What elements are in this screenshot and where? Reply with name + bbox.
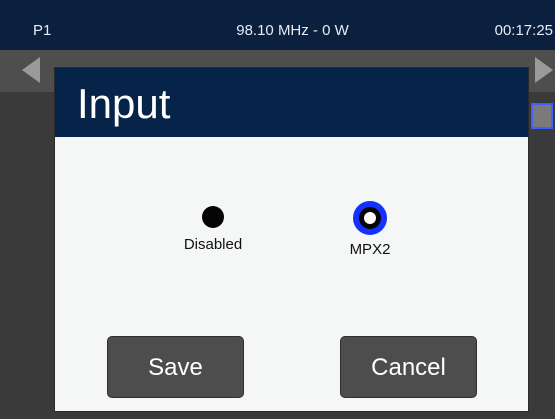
option-label: MPX2: [349, 241, 391, 258]
arrow-right-icon[interactable]: [535, 57, 553, 83]
radio-selected-icon[interactable]: [353, 201, 387, 235]
option-label: Disabled: [183, 236, 243, 253]
option-disabled[interactable]: Disabled: [168, 206, 258, 253]
dialog-header: Input: [55, 68, 528, 137]
input-dialog: Input Disabled MPX2 Save Cancel: [55, 68, 528, 411]
save-button[interactable]: Save: [107, 336, 244, 398]
background-control: [531, 103, 553, 129]
clock: 00:17:25: [494, 22, 553, 39]
dialog-title: Input: [77, 80, 171, 127]
frequency-power-readout: 98.10 MHz - 0 W: [236, 22, 349, 39]
radio-unselected-icon[interactable]: [202, 206, 224, 228]
cancel-button[interactable]: Cancel: [340, 336, 477, 398]
option-mpx2[interactable]: MPX2: [325, 201, 415, 258]
status-bar: P1 98.10 MHz - 0 W 00:17:25: [0, 0, 555, 50]
device-screen: P1 98.10 MHz - 0 W 00:17:25 Input Disabl…: [0, 0, 555, 419]
arrow-left-icon[interactable]: [22, 57, 40, 83]
